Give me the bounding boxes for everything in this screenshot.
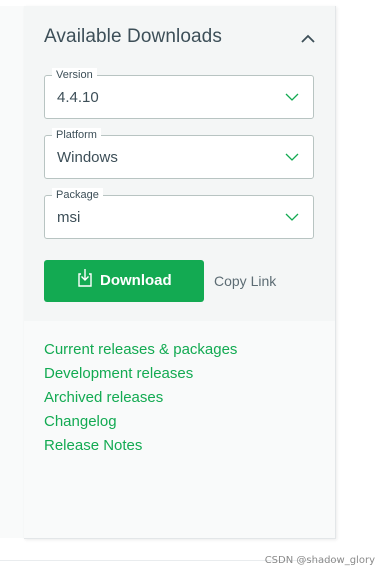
platform-label: Platform bbox=[52, 128, 101, 142]
package-label: Package bbox=[52, 188, 103, 202]
version-label: Version bbox=[52, 68, 97, 82]
download-button[interactable]: Download bbox=[44, 260, 204, 302]
downloads-form-area: Available Downloads Version 4.4.10 Platf… bbox=[24, 6, 335, 321]
link-release-notes[interactable]: Release Notes bbox=[44, 437, 142, 454]
list-item: Changelog bbox=[44, 412, 237, 436]
panel-title: Available Downloads bbox=[44, 26, 222, 47]
link-archived-releases[interactable]: Archived releases bbox=[44, 389, 163, 406]
chevron-down-icon bbox=[285, 153, 299, 161]
link-changelog[interactable]: Changelog bbox=[44, 413, 117, 430]
link-development-releases[interactable]: Development releases bbox=[44, 365, 193, 382]
version-value: 4.4.10 bbox=[57, 89, 99, 106]
package-select[interactable]: Package msi bbox=[44, 188, 314, 239]
left-column bbox=[0, 6, 25, 538]
downloads-panel: Available Downloads Version 4.4.10 Platf… bbox=[24, 6, 336, 539]
list-item: Release Notes bbox=[44, 436, 237, 460]
chevron-down-icon bbox=[285, 213, 299, 221]
list-item: Development releases bbox=[44, 364, 237, 388]
version-select[interactable]: Version 4.4.10 bbox=[44, 68, 314, 119]
download-button-label: Download bbox=[100, 272, 172, 289]
platform-value: Windows bbox=[57, 149, 118, 166]
release-links: Current releases & packages Development … bbox=[44, 340, 237, 460]
chevron-down-icon bbox=[285, 93, 299, 101]
platform-select[interactable]: Platform Windows bbox=[44, 128, 314, 179]
link-current-releases[interactable]: Current releases & packages bbox=[44, 341, 237, 358]
copy-link[interactable]: Copy Link bbox=[214, 273, 276, 289]
download-icon bbox=[78, 269, 92, 287]
list-item: Current releases & packages bbox=[44, 340, 237, 364]
page: Available Downloads Version 4.4.10 Platf… bbox=[0, 0, 389, 576]
watermark: CSDN @shadow_glory bbox=[264, 555, 375, 566]
chevron-up-icon[interactable] bbox=[301, 32, 315, 46]
package-value: msi bbox=[57, 209, 81, 226]
list-item: Archived releases bbox=[44, 388, 237, 412]
